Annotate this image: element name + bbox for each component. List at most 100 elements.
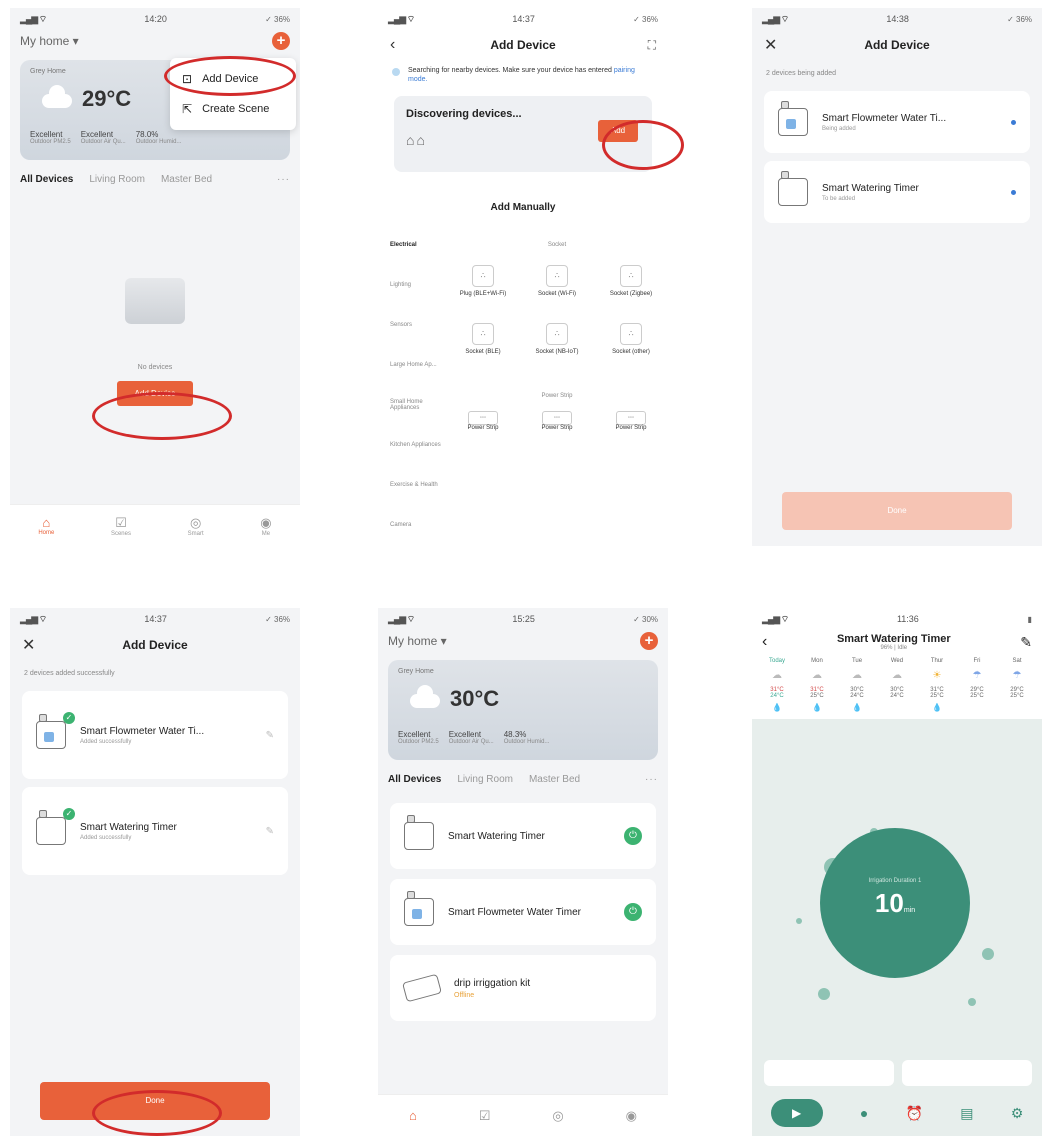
decorative-bubble — [968, 998, 976, 1006]
tab-living-room[interactable]: Living Room — [457, 774, 513, 785]
device-name: Smart Watering Timer — [822, 182, 919, 194]
signal-icon: ▂▄▆ ⌔ — [20, 13, 47, 24]
tabbar-me[interactable]: ◉ — [626, 1108, 637, 1124]
cloud-icon: ☁ — [772, 670, 782, 681]
close-icon[interactable]: ✕ — [764, 35, 784, 55]
device-type-item[interactable]: ∴ Socket (other) — [601, 323, 661, 381]
tab-all-devices[interactable]: All Devices — [20, 174, 73, 185]
category-item[interactable]: Sensors — [378, 305, 446, 345]
cloud-icon: ☁ — [892, 670, 902, 681]
status-time: 14:20 — [144, 14, 167, 24]
metric-air: Excellent Outdoor Air Qu... — [80, 130, 126, 145]
home-selector[interactable]: My home ▾ — [20, 34, 79, 48]
device-list-item[interactable]: Smart Flowmeter Water Timer ⏻ — [390, 879, 656, 945]
device-type-item[interactable]: ∴ Socket (BLE) — [453, 323, 513, 381]
tabbar-smart[interactable]: ◎ — [552, 1108, 563, 1124]
tab-master-bed[interactable]: Master Bed — [161, 174, 212, 185]
forecast-day: Wed ☁ 30°C 24°C — [880, 658, 914, 713]
smart-icon: ◎ — [552, 1107, 564, 1123]
tabbar-me[interactable]: ◉ Me — [260, 515, 271, 537]
home-selector[interactable]: My home ▾ — [388, 634, 447, 648]
category-item[interactable]: Camera — [378, 505, 446, 545]
metric-humidity: 78.0% Outdoor Humid... — [135, 130, 182, 145]
tabs-more-icon[interactable]: ··· — [277, 174, 290, 185]
rain-cloud-icon: ☂ — [972, 670, 982, 681]
irrigation-duration-circle[interactable]: Irrigation Duration 1 10min — [820, 828, 970, 978]
power-icon[interactable]: ⏻ — [624, 827, 642, 845]
settings-icon[interactable]: ⚙ — [1011, 1105, 1024, 1122]
tabbar-scenes[interactable]: ☑ — [479, 1108, 491, 1124]
signal-icon: ▂▄▆ ⌔ — [388, 13, 415, 24]
menu-create-scene[interactable]: ⇱ Create Scene — [170, 94, 296, 124]
discovering-text: Discovering devices... — [406, 108, 522, 121]
edit-pencil-icon[interactable]: ✎ — [266, 730, 274, 741]
raindrop-icon: 💧 — [932, 703, 942, 712]
category-item[interactable]: Electrical — [378, 225, 446, 265]
power-icon[interactable]: ⏻ — [624, 903, 642, 921]
tabbar-home[interactable]: ⌂ Home — [38, 515, 54, 536]
bottom-tabbar: ⌂ Home ☑ Scenes ◎ Smart ◉ Me — [10, 504, 300, 546]
status-bar: ▂▄▆ ⌔ 14:37 ✓ 36% — [378, 8, 668, 30]
watering-timer-device-icon — [778, 171, 808, 206]
device-type-item[interactable]: ∴ Plug (BLE+Wi-Fi) — [453, 265, 513, 323]
device-list-item[interactable]: drip irriggation kit Offline — [390, 955, 656, 1021]
empty-state: No devices Add Device — [10, 278, 300, 406]
category-item[interactable]: Small Home Appliances — [378, 385, 446, 425]
tabbar-scenes[interactable]: ☑ Scenes — [111, 515, 131, 537]
socket-icon: ∴ — [620, 265, 642, 288]
screen-add-device-discover: ▂▄▆ ⌔ 14:37 ✓ 36% ‹ Add Device ⛶ Searchi… — [378, 8, 668, 546]
power-strip-icon: ▫▫▫ — [542, 411, 572, 426]
sun-icon: ☀ — [932, 670, 942, 681]
battery-indicator: ✓ 36% — [633, 14, 658, 24]
forecast-days: Today ☁ 31°C 24°C 💧 Mon ☁ 31°C 25°C 💧 Tue ☁ 30°C 24… — [752, 654, 1042, 713]
scan-icon[interactable]: ⛶ — [636, 38, 656, 53]
category-item[interactable]: Exercise & Health — [378, 465, 446, 505]
add-plus-button[interactable]: + — [272, 32, 290, 50]
close-icon[interactable]: ✕ — [22, 635, 42, 655]
tabs-more-icon[interactable]: ··· — [645, 774, 658, 785]
device-type-item[interactable]: ∴ Socket (NB-IoT) — [527, 323, 587, 381]
device-status: Being added — [822, 125, 856, 132]
scenes-icon: ☑ — [115, 514, 127, 530]
back-icon[interactable]: ‹ — [390, 36, 410, 54]
tabbar-smart[interactable]: ◎ Smart — [188, 515, 204, 537]
edit-pencil-icon[interactable]: ✎ — [266, 826, 274, 837]
log-icon[interactable]: ▤ — [960, 1105, 973, 1122]
flowmeter-device-icon: ✓ — [36, 712, 75, 749]
device-type-item[interactable]: ▫▫▫ Power Strip — [453, 411, 513, 469]
device-card: ✓ Smart Flowmeter Water Ti... Added succe… — [22, 691, 288, 779]
status-time: 14:38 — [886, 14, 909, 24]
timer-icon[interactable]: ⏰ — [906, 1105, 923, 1122]
home-icon: ⌂ — [408, 1108, 417, 1123]
device-type-item[interactable]: ▫▫▫ Power Strip — [601, 411, 661, 469]
category-item[interactable]: Lighting — [378, 265, 446, 305]
status-time: 15:25 — [512, 614, 535, 624]
metric-pm25: Excellent Outdoor PM2.5 — [398, 730, 439, 745]
device-subtitle: 96% | Idle — [880, 645, 908, 651]
mode-icon[interactable]: ● — [860, 1105, 868, 1121]
add-plus-button[interactable]: + — [640, 632, 658, 650]
progress-dot-icon — [1011, 189, 1016, 195]
page-title: Add Device — [864, 38, 930, 52]
forecast-day: Sat ☂ 29°C 25°C — [1000, 658, 1034, 713]
device-type-item[interactable]: ∴ Socket (Wi-Fi) — [527, 265, 587, 323]
status-bar: ▂▄▆ ⌔ 15:25 ✓ 30% — [378, 608, 668, 630]
category-item[interactable]: Large Home Ap... — [378, 345, 446, 385]
edit-icon[interactable]: ✎ — [1020, 634, 1032, 651]
info-card-right[interactable] — [902, 1060, 1032, 1086]
device-list-item[interactable]: Smart Watering Timer ⏻ — [390, 803, 656, 869]
back-icon[interactable]: ‹ — [762, 633, 767, 651]
category-item[interactable]: Kitchen Appliances — [378, 425, 446, 465]
tab-all-devices[interactable]: All Devices — [388, 774, 441, 785]
tab-master-bed[interactable]: Master Bed — [529, 774, 580, 785]
tabbar-home[interactable]: ⌂ — [409, 1108, 417, 1123]
play-button[interactable]: ▶ — [770, 1099, 823, 1127]
info-card-left[interactable] — [764, 1060, 894, 1086]
device-name: Smart Flowmeter Water Ti... — [80, 725, 205, 737]
done-button-disabled[interactable]: Done — [782, 492, 1012, 530]
section-power-strip: Power Strip — [541, 393, 573, 400]
tab-living-room[interactable]: Living Room — [89, 174, 145, 185]
me-icon: ◉ — [625, 1107, 637, 1123]
device-type-item[interactable]: ∴ Socket (Zigbee) — [601, 265, 661, 323]
device-type-item[interactable]: ▫▫▫ Power Strip — [527, 411, 587, 469]
